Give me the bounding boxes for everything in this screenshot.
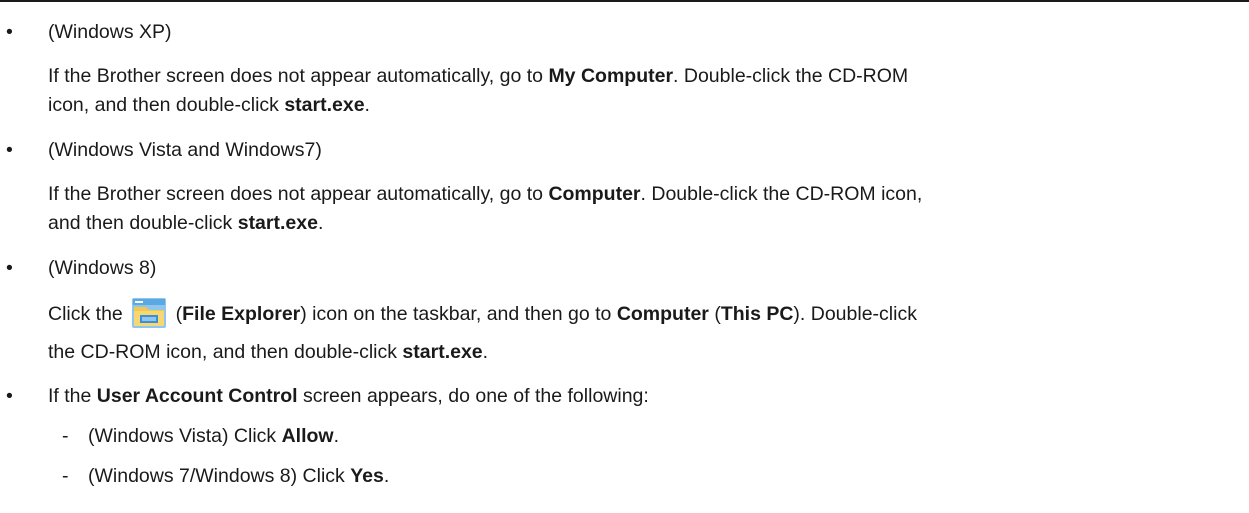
bold-term: This PC <box>720 303 794 326</box>
bold-term: Yes <box>350 465 384 487</box>
uac-item-vista: (Windows Vista) Click Allow. <box>88 424 339 448</box>
text-run: If the Brother screen does not appear au… <box>48 65 549 87</box>
text-run: (Windows 7/Windows 8) Click <box>88 465 351 487</box>
top-rule <box>0 0 1249 2</box>
bold-term: Allow <box>281 425 334 447</box>
bullet: • <box>6 21 13 43</box>
dash: - <box>62 425 69 447</box>
section-heading-win8: (Windows 8) <box>48 257 157 279</box>
section-text-xp: If the Brother screen does not appear au… <box>48 64 908 88</box>
text-run: . <box>333 425 340 447</box>
text-run: screen appears, do one of the following: <box>297 385 649 407</box>
dash: - <box>62 465 69 487</box>
bold-term: start.exe <box>284 94 365 116</box>
section-heading-xp: (Windows XP) <box>48 21 172 43</box>
file-explorer-icon <box>131 294 167 330</box>
text-run: . Double-click the CD-ROM <box>673 65 909 87</box>
section-heading-uac: If the User Account Control screen appea… <box>48 384 649 408</box>
text-run: ) icon on the taskbar, and then go to <box>300 303 617 326</box>
text-run: If the Brother screen does not appear au… <box>48 183 549 205</box>
text-run: . Double-click the CD-ROM icon, <box>640 183 923 205</box>
file-explorer-text: ( File Explorer) icon on the taskbar, and… <box>176 303 917 325</box>
click-the-text: Click the <box>48 303 123 326</box>
section-text-xp-line2: icon, and then double-click start.exe. <box>48 93 370 117</box>
bold-term: Computer <box>616 303 709 326</box>
bold-term: File Explorer <box>182 303 301 326</box>
section-text-win8-line2: the CD-ROM icon, and then double-click s… <box>48 340 488 364</box>
bullet: • <box>6 139 13 161</box>
bold-term: Computer <box>548 183 641 205</box>
text-run: . <box>383 465 390 487</box>
text-run: . <box>364 94 370 116</box>
section-text-win8: Click the ( File Explorer) icon on the ta… <box>48 297 917 333</box>
bold-term: My Computer <box>548 65 674 87</box>
text-run: ). Double-click <box>793 303 917 326</box>
section-text-vista-7-line2: and then double-click start.exe. <box>48 211 323 235</box>
text-run: . <box>482 341 489 363</box>
text-run: and then double-click <box>48 212 238 234</box>
text-run: . <box>317 212 324 234</box>
bold-term: User Account Control <box>96 385 298 407</box>
bullet: • <box>6 257 13 279</box>
bullet: • <box>6 385 13 407</box>
text-run: (Windows Vista) Click <box>88 425 282 447</box>
text-run: the CD-ROM icon, and then double-click <box>48 341 403 363</box>
text-run: If the <box>48 385 97 407</box>
section-text-vista-7: If the Brother screen does not appear au… <box>48 182 922 206</box>
text-run: icon, and then double-click <box>48 94 285 116</box>
section-heading-vista-7: (Windows Vista and Windows7) <box>48 139 322 161</box>
bold-term: start.exe <box>237 212 318 234</box>
text-run: ( <box>708 303 721 326</box>
bold-term: start.exe <box>402 341 483 363</box>
uac-item-7-8: (Windows 7/Windows 8) Click Yes. <box>88 464 389 488</box>
